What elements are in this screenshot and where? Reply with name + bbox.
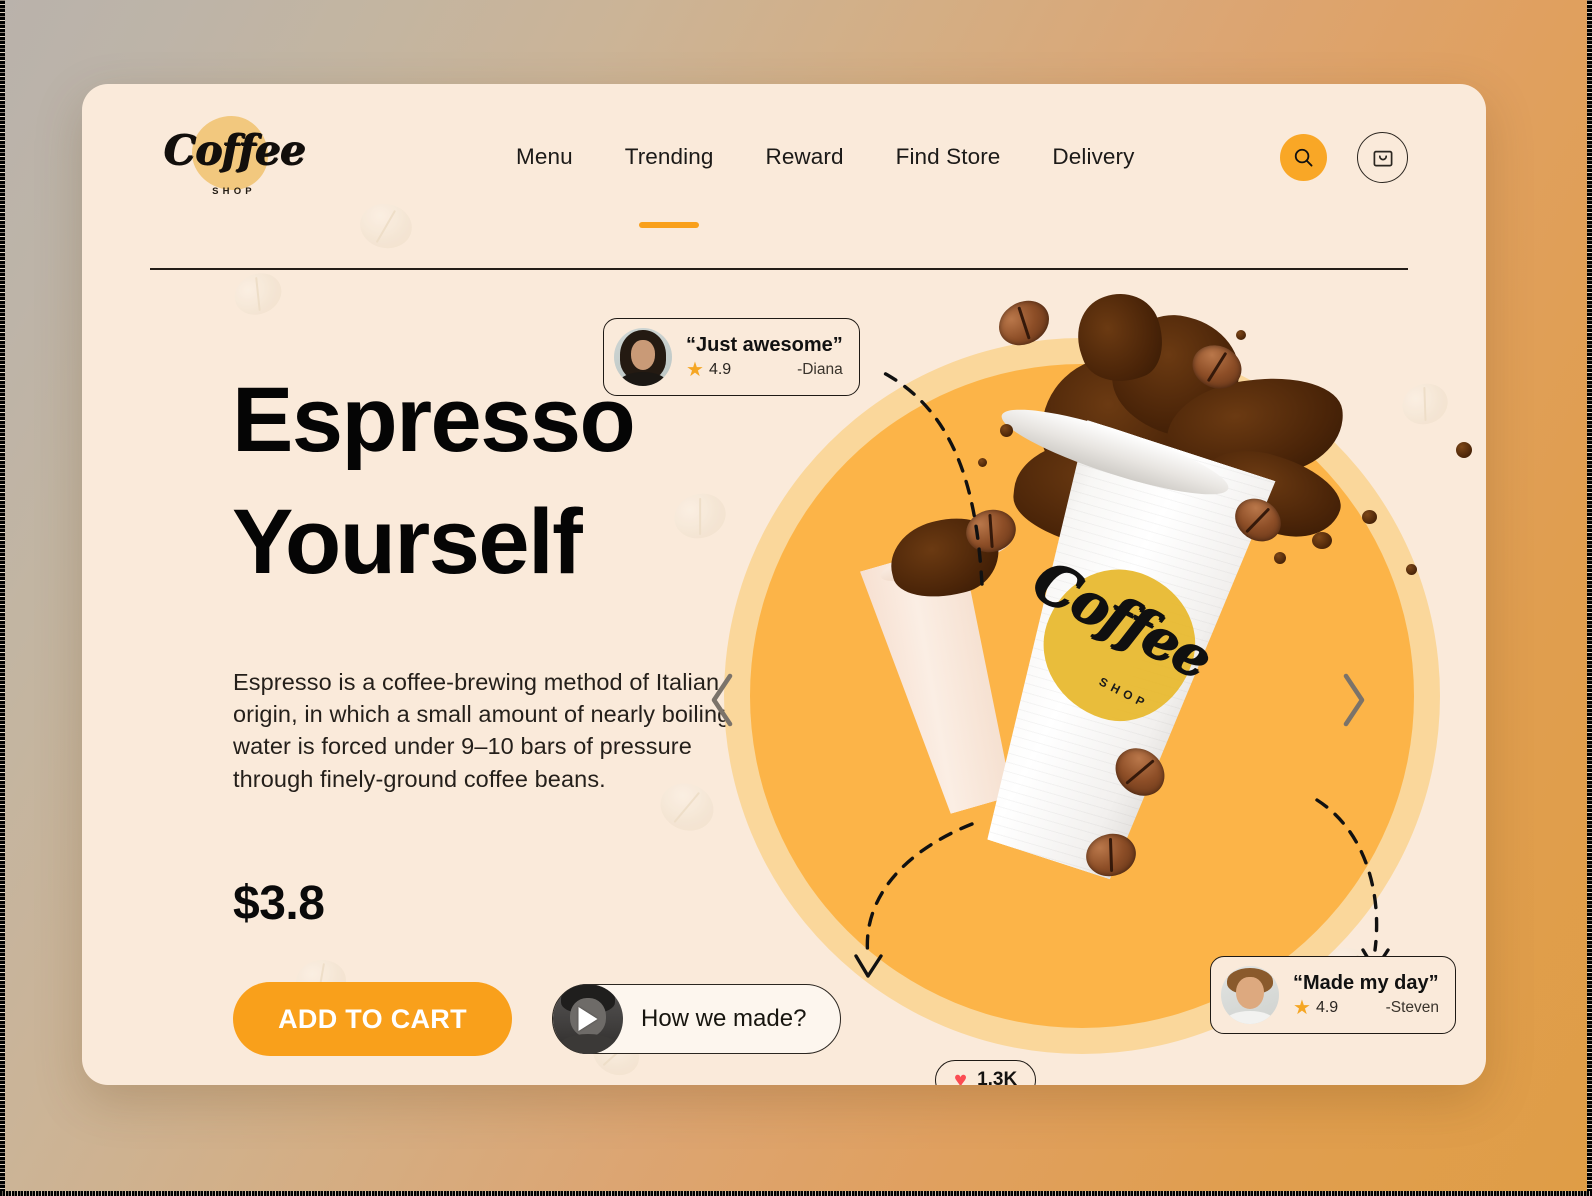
window-edge-right (1587, 0, 1592, 1196)
product-price: $3.8 (233, 877, 325, 930)
nav-label: Menu (516, 144, 573, 169)
nav-item-menu[interactable]: Menu (490, 144, 599, 170)
carousel-prev-button[interactable] (702, 668, 742, 732)
avatar-face (1236, 977, 1264, 1010)
nav-label: Trending (624, 144, 714, 169)
testimonial-quote: “Just awesome” (686, 334, 843, 356)
testimonial-author: -Steven (1385, 999, 1439, 1016)
rating: ★ 4.9 (686, 360, 731, 380)
window-edge-left (0, 0, 5, 1196)
brand-logo[interactable]: Coffee SHOP (150, 112, 318, 212)
rating: ★ 4.9 (1293, 998, 1338, 1018)
coffee-droplet (1236, 330, 1246, 340)
shopping-bag-icon (1373, 150, 1392, 166)
testimonial-quote: “Made my day” (1293, 972, 1439, 994)
testimonial-body: “Made my day” ★ 4.9 -Steven (1293, 972, 1439, 1018)
avatar-body (619, 372, 667, 386)
testimonial-body: “Just awesome” ★ 4.9 -Diana (686, 334, 843, 380)
likes-badge[interactable]: ♥ 1.3K (935, 1060, 1037, 1086)
testimonial-card-steven[interactable]: “Made my day” ★ 4.9 -Steven (1210, 956, 1456, 1034)
cart-button[interactable] (1357, 132, 1408, 183)
avatar-face (630, 339, 656, 370)
coffee-droplet (1312, 532, 1332, 549)
avatar-body (1225, 1011, 1275, 1024)
play-icon (578, 1007, 598, 1031)
product-description: Espresso is a coffee-brewing method of I… (233, 669, 731, 792)
add-to-cart-button[interactable]: ADD TO CART (233, 982, 512, 1056)
bean-watermark (227, 265, 289, 323)
coffee-droplet (1274, 552, 1286, 564)
rating-value: 4.9 (708, 361, 732, 378)
nav-label: Find Store (895, 144, 1001, 169)
active-tab-indicator (639, 222, 700, 228)
star-icon: ★ (1293, 997, 1311, 1019)
coffee-droplet (1456, 442, 1472, 458)
landing-page-card: Coffee SHOP Menu Trending Reward Find St… (82, 84, 1486, 1085)
search-button[interactable] (1280, 134, 1327, 181)
heart-icon: ♥ (954, 1067, 968, 1086)
main-navigation: Menu Trending Reward Find Store Delivery (490, 144, 1161, 228)
testimonial-meta: ★ 4.9 -Steven (1293, 998, 1439, 1018)
carousel-next-button[interactable] (1334, 668, 1374, 732)
nav-item-find-store[interactable]: Find Store (870, 144, 1027, 170)
nav-item-trending[interactable]: Trending (599, 144, 740, 228)
nav-label: Delivery (1052, 144, 1135, 169)
search-icon (1294, 148, 1313, 167)
coffee-droplet (1362, 510, 1377, 524)
coffee-droplet (978, 458, 987, 467)
nav-item-reward[interactable]: Reward (739, 144, 869, 170)
window-edge-bottom (0, 1191, 1592, 1196)
nav-label: Reward (765, 144, 844, 169)
nav-item-delivery[interactable]: Delivery (1026, 144, 1160, 170)
avatar (1221, 966, 1279, 1024)
testimonial-author: -Diana (797, 361, 843, 378)
header-actions (1280, 132, 1408, 183)
avatar (614, 328, 672, 386)
avatar-shoulders (557, 1034, 619, 1054)
testimonial-card-diana[interactable]: “Just awesome” ★ 4.9 -Diana (603, 318, 860, 396)
chevron-left-icon (711, 673, 733, 727)
star-icon: ★ (686, 359, 704, 381)
chevron-right-icon (1343, 673, 1365, 727)
brand-name: Coffee (163, 126, 305, 174)
rating-value: 4.9 (1315, 999, 1339, 1016)
coffee-droplet (1406, 564, 1417, 575)
brand-tagline: SHOP (212, 186, 256, 197)
video-thumbnail-avatar (553, 984, 623, 1054)
site-header: Coffee SHOP Menu Trending Reward Find St… (150, 110, 1408, 228)
coffee-droplet (1000, 424, 1013, 437)
testimonial-meta: ★ 4.9 -Diana (686, 360, 843, 380)
likes-count: 1.3K (977, 1069, 1018, 1085)
